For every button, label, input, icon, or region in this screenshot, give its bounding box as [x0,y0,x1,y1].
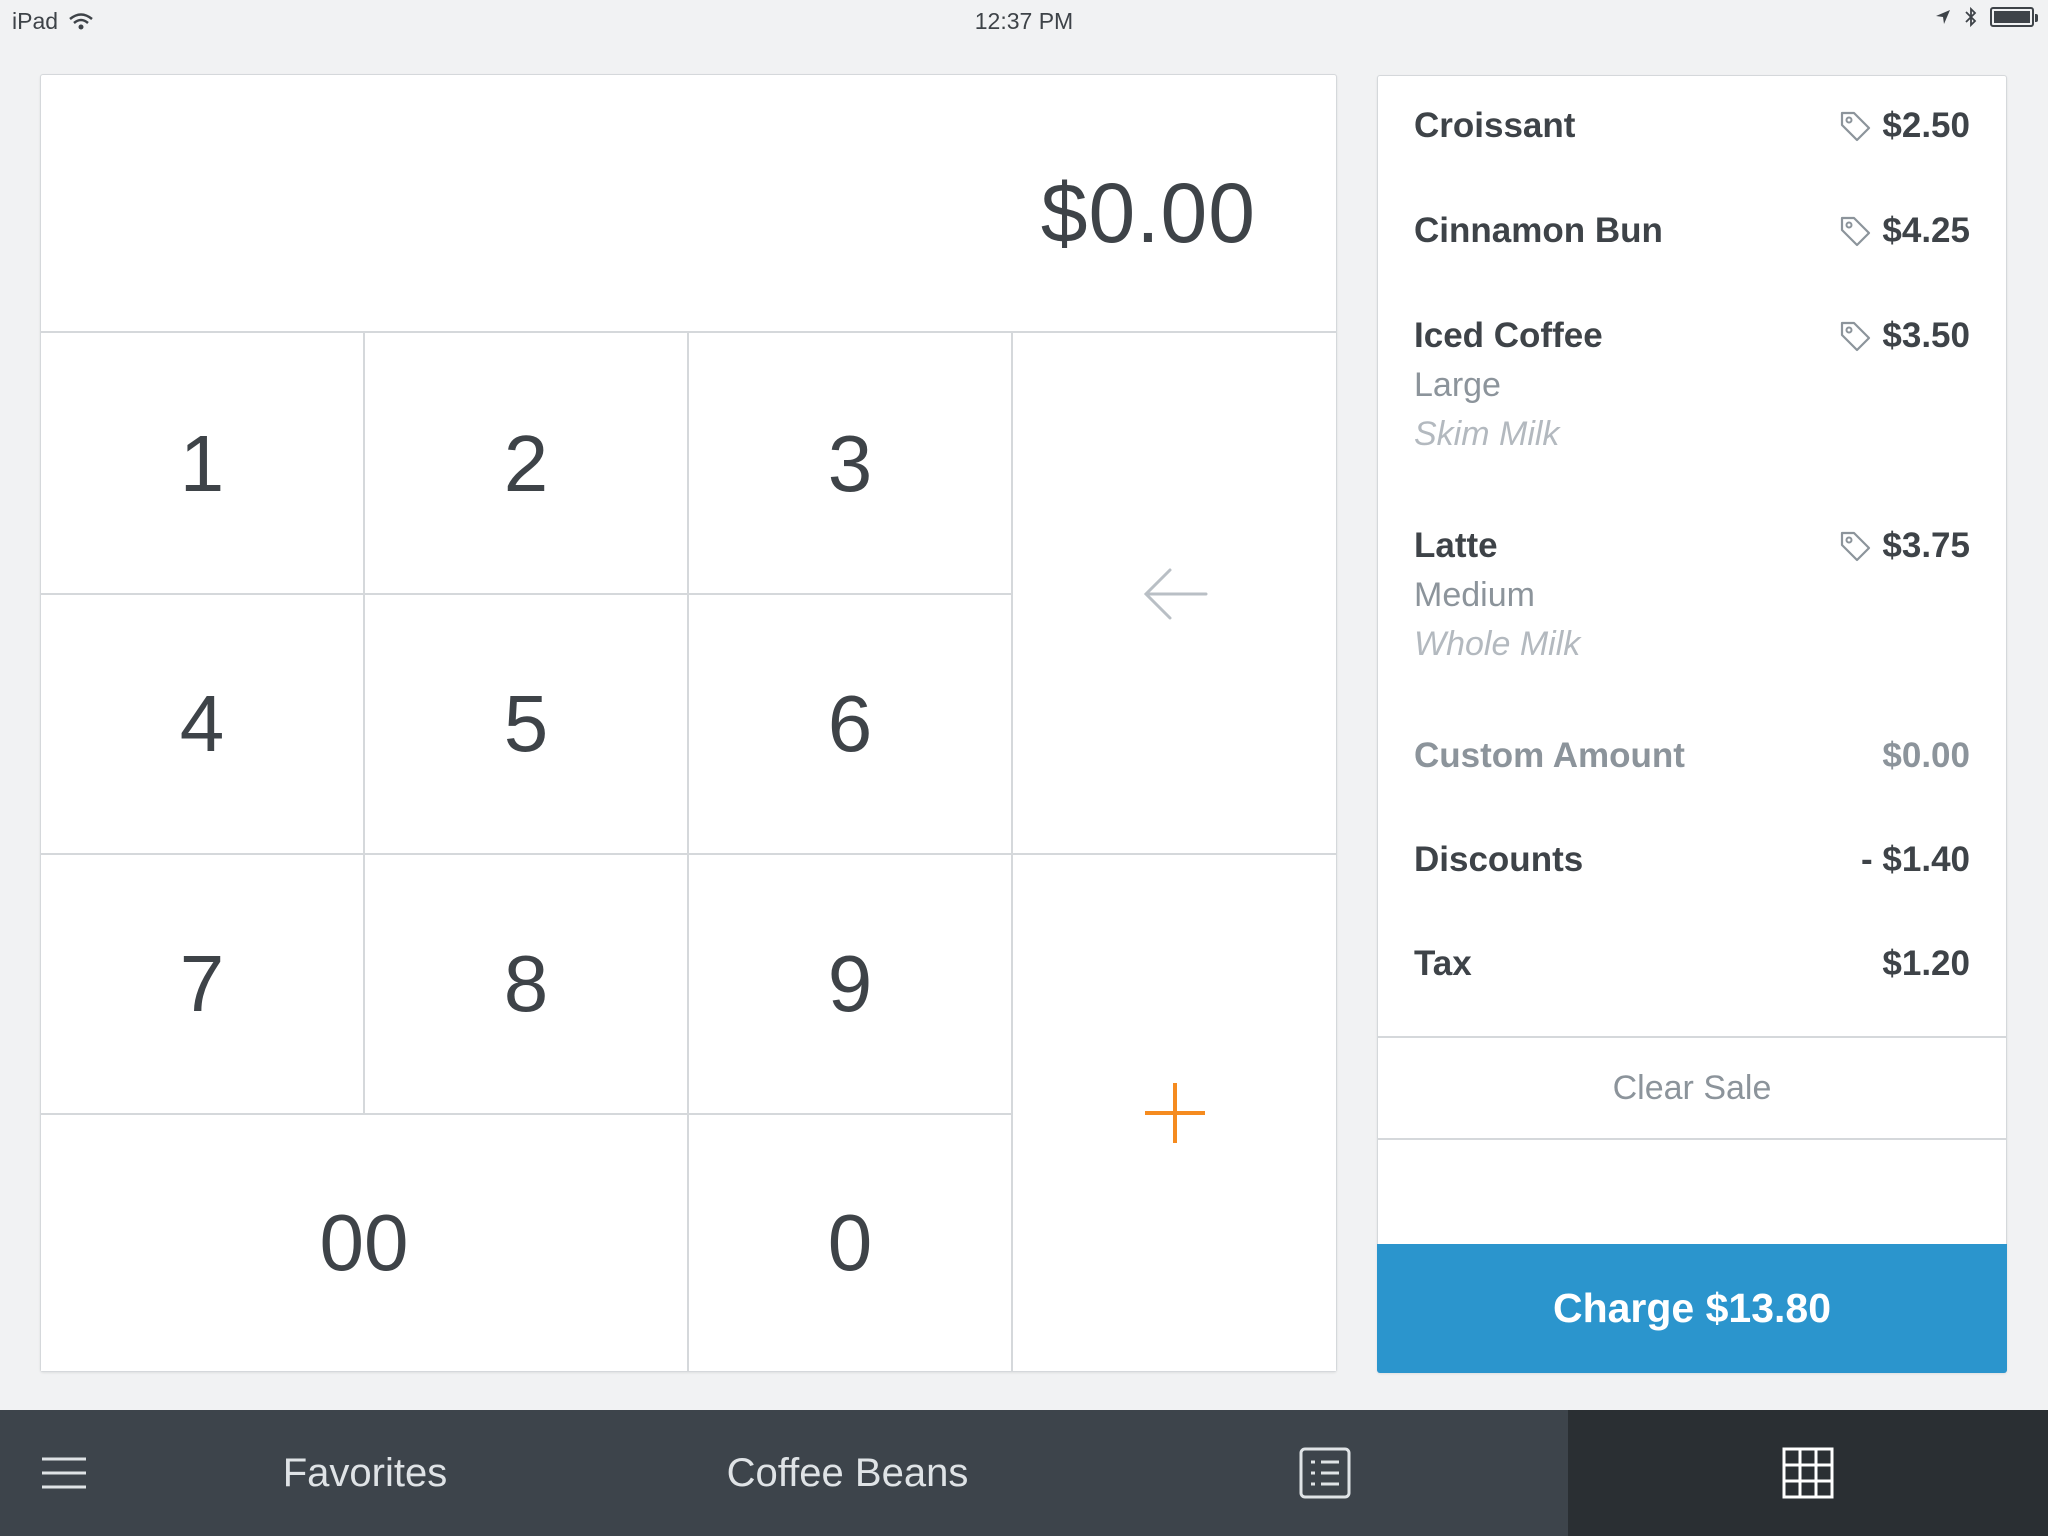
key-5[interactable]: 5 [365,595,687,853]
cart-line-item[interactable]: Cinnamon Bun $4.25 [1414,211,1970,251]
plus-icon [1144,1083,1205,1143]
key-6[interactable]: 6 [689,595,1011,853]
amount-display: $0.00 [41,75,1336,333]
add-amount-button[interactable] [1013,855,1336,1371]
bottom-bar: Favorites Coffee Beans [0,1410,2048,1536]
status-bar: iPad 12:37 PM [0,0,2048,40]
location-arrow-icon [1936,10,1950,24]
key-4[interactable]: 4 [41,595,363,853]
divider [363,333,365,1113]
item-modifier: Large [1414,366,1501,404]
item-price: $2.50 [1838,106,1970,146]
key-2[interactable]: 2 [365,335,687,593]
tag-icon [1841,531,1871,562]
bluetooth-icon [1965,6,1977,28]
backspace-button[interactable] [1013,335,1336,853]
price-text: $2.50 [1882,106,1970,145]
library-list-button[interactable] [1260,1410,1390,1536]
key-3[interactable]: 3 [689,335,1011,593]
price-text: $3.75 [1882,526,1970,565]
item-price: $3.50 [1838,316,1970,356]
charge-button[interactable]: Charge $13.80 [1377,1244,2007,1373]
key-8[interactable]: 8 [365,855,687,1113]
amount-value: $0.00 [1040,166,1256,260]
key-0[interactable]: 0 [689,1115,1011,1371]
price-text: $3.50 [1882,316,1970,355]
discounts-value: - $1.40 [1861,840,1970,879]
item-note: Skim Milk [1414,415,1560,453]
divider [41,593,1011,595]
menu-button[interactable] [0,1410,128,1536]
hamburger-menu-icon [42,1457,86,1489]
discounts-row[interactable]: Discounts - $1.40 [1414,840,1970,880]
key-9[interactable]: 9 [689,855,1011,1113]
divider [41,853,1336,855]
tag-icon [1841,321,1871,352]
keypad-tab-button[interactable] [1568,1410,2048,1536]
tax-value: $1.20 [1882,944,1970,983]
battery-icon [1990,7,2038,27]
price-text: $4.25 [1882,211,1970,250]
tag-icon [1841,216,1871,247]
item-price: $4.25 [1838,211,1970,251]
item-price: $3.75 [1838,526,1970,566]
key-00[interactable]: 00 [41,1115,687,1371]
status-right [1934,6,2038,28]
clear-sale-button[interactable]: Clear Sale [1378,1036,2006,1140]
item-note: Whole Milk [1414,625,1581,663]
cart-line-item[interactable]: Latte $3.75 Medium Whole Milk [1414,526,1970,664]
cart-panel: Croissant $2.50 Cinnamon Bun $4.25 Iced … [1377,75,2007,1373]
divider [41,1113,1011,1115]
key-1[interactable]: 1 [41,335,363,593]
divider [687,333,689,1371]
backspace-arrow-icon [1143,568,1207,620]
key-7[interactable]: 7 [41,855,363,1113]
custom-amount-value: $0.00 [1882,736,1970,775]
divider [1011,333,1013,1371]
tab-coffee-beans[interactable]: Coffee Beans [680,1410,1015,1536]
custom-amount-row[interactable]: Custom Amount $0.00 [1414,736,1970,776]
tax-row[interactable]: Tax $1.20 [1414,944,1970,984]
clock: 12:37 PM [974,8,1074,34]
keypad-panel: $0.00 1 2 3 4 5 6 7 8 9 00 0 [40,74,1337,1372]
keypad-grid-icon [1782,1447,1834,1499]
tag-icon [1841,111,1871,142]
item-modifier: Medium [1414,576,1535,614]
cart-line-item[interactable]: Iced Coffee $3.50 Large Skim Milk [1414,316,1970,454]
list-icon [1299,1447,1351,1499]
tab-favorites[interactable]: Favorites [200,1410,530,1536]
cart-line-item[interactable]: Croissant $2.50 [1414,106,1970,146]
